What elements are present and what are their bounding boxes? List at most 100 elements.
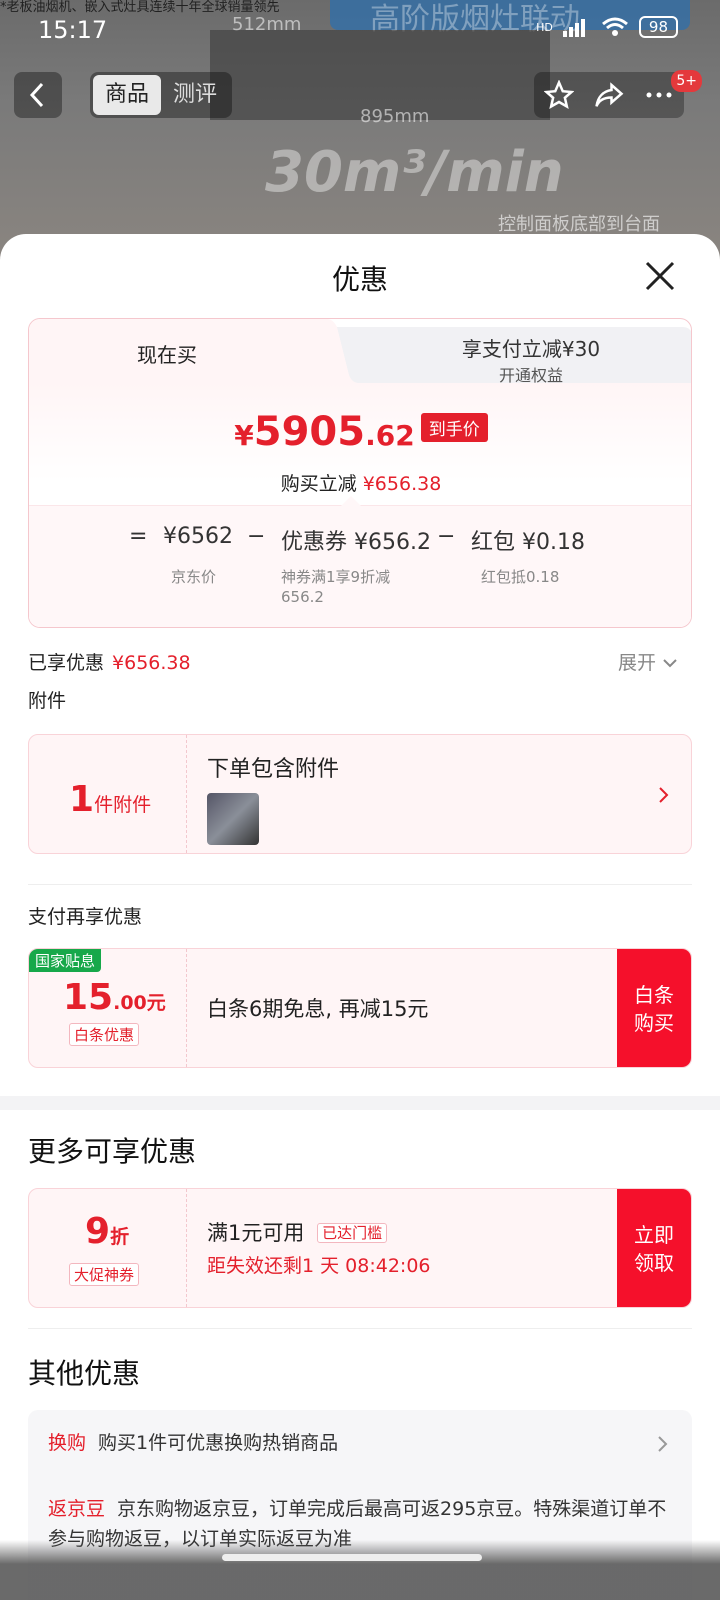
status-bar: 15:17 HD 98 bbox=[0, 0, 720, 60]
baitiao-type-tag: 白条优惠 bbox=[69, 1023, 140, 1046]
home-indicator[interactable] bbox=[222, 1554, 482, 1561]
attachment-count: 1件附件 bbox=[69, 779, 151, 820]
coupon-status-tag: 已达门槛 bbox=[317, 1223, 388, 1243]
nav-tabs: 商品 测评 bbox=[90, 72, 233, 118]
pay-more-section-label: 支付再享优惠 bbox=[28, 906, 143, 928]
coupon-desc-line1: 神券满1享9折减 bbox=[281, 568, 391, 586]
coupon-type-tag: 大促神券 bbox=[69, 1263, 140, 1286]
sheet-title: 优惠 bbox=[331, 263, 388, 296]
attachment-card[interactable]: 1件附件 下单包含附件 bbox=[28, 734, 692, 854]
chevron-right-icon bbox=[659, 787, 669, 803]
final-price-currency: ¥ bbox=[234, 419, 254, 452]
redpack-amount: 红包 ¥0.18 bbox=[471, 530, 585, 555]
coupon-card: 9折 大促神券 满1元可用 已达门槛 距失效还剩1 天 08:42:06 立即 … bbox=[28, 1188, 692, 1308]
enjoyed-value: ¥656.38 bbox=[112, 652, 191, 674]
divider bbox=[28, 1328, 692, 1329]
exchange-offer-row[interactable]: 换购 购买1件可优惠换购热销商品 bbox=[48, 1428, 648, 1458]
status-time: 15:17 bbox=[38, 16, 108, 44]
more-offers-heading: 更多可享优惠 bbox=[28, 1135, 197, 1168]
battery-indicator: 98 bbox=[638, 16, 678, 38]
attachment-count-unit: 件附件 bbox=[94, 794, 152, 816]
enjoyed-discount: 已享优惠 ¥656.38 bbox=[28, 648, 191, 675]
section-gap bbox=[0, 1096, 720, 1110]
baitiao-buy-button[interactable]: 白条 购买 bbox=[617, 949, 691, 1067]
tab-buy-now[interactable]: 现在买 bbox=[29, 319, 359, 383]
price-tabs: 享支付立减¥30 开通权益 现在买 bbox=[29, 319, 691, 385]
baitiao-amount: 15.00元 bbox=[63, 977, 166, 1018]
coupon-discount-area: 9折 大促神券 bbox=[29, 1189, 187, 1307]
attachment-count-area: 1件附件 bbox=[29, 735, 187, 853]
expand-label: 展开 bbox=[617, 652, 656, 674]
final-price-decimal: .62 bbox=[365, 419, 415, 452]
reduction-label: 购买立减 bbox=[280, 473, 357, 495]
tab-slant bbox=[319, 319, 359, 383]
chevron-left-icon bbox=[29, 82, 44, 108]
dimension-width-label: 895mm bbox=[360, 106, 430, 127]
chevron-down-icon bbox=[663, 659, 677, 668]
minus-sign-1: − bbox=[247, 524, 266, 549]
nav-actions bbox=[534, 72, 684, 118]
tab-pay-discount[interactable]: 享支付立减¥30 开通权益 bbox=[309, 327, 691, 385]
expand-button[interactable]: 展开 bbox=[618, 648, 678, 675]
tab-pay-discount-title: 享支付立减¥30 bbox=[461, 337, 601, 361]
status-icons: HD 98 bbox=[536, 16, 678, 38]
baitiao-amount-area: 国家贴息 15.00元 白条优惠 bbox=[29, 949, 187, 1067]
baitiao-offer-card: 国家贴息 15.00元 白条优惠 白条6期免息, 再减15元 白条 购买 bbox=[28, 948, 692, 1068]
network-label: HD bbox=[536, 20, 553, 34]
attachment-count-number: 1 bbox=[69, 779, 95, 820]
share-icon[interactable] bbox=[594, 80, 624, 110]
reduction-value: ¥656.38 bbox=[362, 473, 442, 495]
minus-sign-2: − bbox=[437, 524, 456, 549]
coupon-countdown: 距失效还剩1 天 08:42:06 bbox=[207, 1255, 431, 1277]
claim-coupon-line1: 立即 bbox=[634, 1223, 674, 1247]
attachment-title: 下单包含附件 bbox=[207, 757, 340, 782]
jingdou-tag: 返京豆 bbox=[48, 1498, 106, 1520]
exchange-tag: 换购 bbox=[48, 1432, 87, 1454]
pointer-caret bbox=[341, 496, 361, 506]
baitiao-buy-line1: 白条 bbox=[634, 983, 674, 1007]
jd-price: ¥6562 bbox=[163, 524, 233, 549]
airflow-label: 30m³/min bbox=[265, 140, 564, 205]
coupon-discount: 9折 bbox=[85, 1211, 129, 1252]
coupon-discount-number: 9 bbox=[85, 1211, 111, 1252]
baitiao-desc: 白条6期免息, 再减15元 bbox=[207, 997, 429, 1021]
redpack-desc: 红包抵0.18 bbox=[481, 568, 560, 586]
signal-icon bbox=[562, 19, 585, 37]
attachments-section-label: 附件 bbox=[28, 690, 67, 712]
more-icon[interactable] bbox=[644, 80, 674, 110]
back-button[interactable] bbox=[14, 72, 62, 118]
equals-sign: = bbox=[129, 524, 148, 549]
purchase-reduction: 购买立减 ¥656.38 bbox=[29, 469, 691, 496]
final-price-integer: 5905 bbox=[253, 409, 366, 455]
coupon-title-row: 满1元可用 已达门槛 bbox=[207, 1217, 388, 1247]
baitiao-amount-decimal: .00元 bbox=[113, 992, 166, 1014]
claim-coupon-line2: 领取 bbox=[634, 1251, 674, 1275]
coupon-discount-unit: 折 bbox=[110, 1226, 130, 1248]
baitiao-amount-integer: 15 bbox=[63, 977, 114, 1018]
close-icon[interactable] bbox=[642, 258, 678, 294]
final-price: ¥5905.62 到手价 bbox=[29, 409, 691, 455]
wifi-icon bbox=[601, 17, 628, 36]
other-offers-heading: 其他优惠 bbox=[28, 1357, 141, 1390]
discount-sheet: 优惠 享支付立减¥30 开通权益 现在买 ¥5905.62 到手价 购买立减 ¥65… bbox=[0, 234, 720, 1600]
home-bar bbox=[0, 1540, 720, 1600]
attachment-thumbnail bbox=[207, 793, 259, 845]
claim-coupon-button[interactable]: 立即 领取 bbox=[617, 1189, 691, 1307]
chevron-right-icon bbox=[658, 1436, 668, 1452]
panel-caption: 控制面板底部到台面 bbox=[498, 214, 660, 235]
tab-product[interactable]: 商品 bbox=[93, 75, 162, 115]
notification-badge: 5+ bbox=[671, 70, 702, 92]
tab-reviews[interactable]: 测评 bbox=[161, 75, 229, 115]
exchange-text: 购买1件可优惠换购热销商品 bbox=[98, 1432, 339, 1454]
price-breakdown: = ¥6562 京东价 − 优惠券 ¥656.2 神券满1享9折减 656.2 … bbox=[29, 496, 691, 627]
subsidy-badge: 国家贴息 bbox=[29, 949, 102, 972]
coupon-title: 满1元可用 bbox=[207, 1221, 305, 1245]
final-price-tag: 到手价 bbox=[420, 413, 488, 442]
enjoyed-label: 已享优惠 bbox=[28, 652, 105, 674]
baitiao-buy-line2: 购买 bbox=[634, 1011, 674, 1035]
star-icon[interactable] bbox=[544, 80, 574, 110]
coupon-amount: 优惠券 ¥656.2 bbox=[281, 530, 431, 555]
price-detail: ¥5905.62 到手价 购买立减 ¥656.38 = ¥6562 京东价 − 优惠… bbox=[29, 383, 691, 627]
coupon-desc-line2: 656.2 bbox=[281, 588, 324, 606]
jd-price-label: 京东价 bbox=[171, 568, 217, 586]
